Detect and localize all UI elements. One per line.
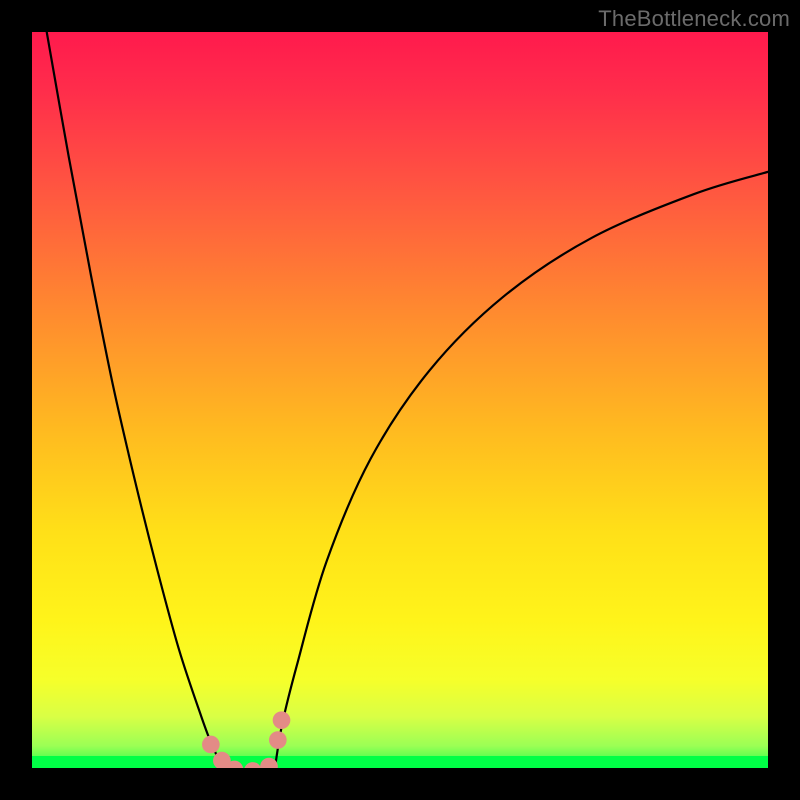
- trough-dot: [202, 736, 220, 754]
- watermark-text: TheBottleneck.com: [598, 6, 790, 32]
- outer-frame: TheBottleneck.com: [0, 0, 800, 800]
- trough-dot: [244, 762, 262, 768]
- plot-area: [32, 32, 768, 768]
- curve-left: [47, 32, 224, 768]
- bottleneck-curve: [32, 32, 768, 768]
- curve-right: [275, 172, 768, 768]
- trough-dot: [269, 731, 287, 749]
- trough-dot: [273, 711, 291, 729]
